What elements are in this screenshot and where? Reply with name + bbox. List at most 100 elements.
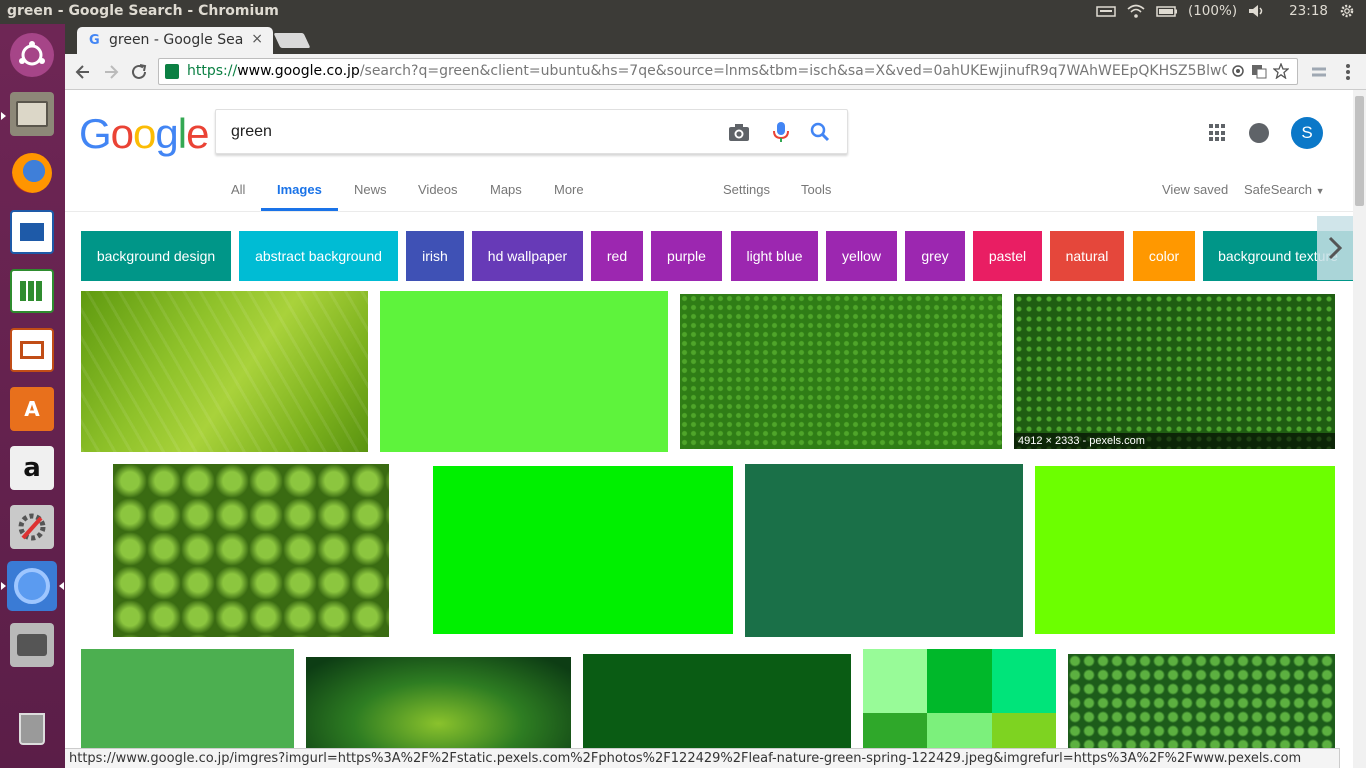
image-caption: 4912 × 2333 - pexels.com xyxy=(1014,433,1335,449)
running-indicator xyxy=(1,582,6,590)
safesearch-dropdown[interactable]: SafeSearch ▼ xyxy=(1244,182,1324,197)
google-images-page: Google S All Images News Videos Maps Mor… xyxy=(65,90,1353,768)
secure-lock-icon[interactable] xyxy=(165,64,179,79)
extension-icon[interactable] xyxy=(1308,61,1330,83)
page-scrollbar[interactable] xyxy=(1353,90,1366,768)
image-result[interactable] xyxy=(433,466,733,634)
software-center-icon[interactable]: A xyxy=(7,384,57,434)
forward-icon[interactable] xyxy=(100,61,122,83)
search-input[interactable] xyxy=(231,121,711,143)
running-indicator xyxy=(1,112,6,120)
files-icon[interactable] xyxy=(7,89,57,139)
keyboard-icon[interactable] xyxy=(1096,3,1116,19)
system-settings-icon[interactable] xyxy=(7,502,57,552)
chromium-icon[interactable] xyxy=(7,561,57,611)
search-type-tabs: All Images News Videos Maps More Setting… xyxy=(65,170,1353,212)
location-icon[interactable] xyxy=(1231,63,1245,83)
chip-irish[interactable]: irish xyxy=(406,231,464,281)
tab-images[interactable]: Images xyxy=(277,182,322,197)
view-saved-link[interactable]: View saved xyxy=(1162,182,1228,197)
ubuntu-top-panel: green - Google Search - Chromium (100%) … xyxy=(0,0,1366,24)
bookmark-star-icon[interactable] xyxy=(1272,62,1290,83)
chip-pastel[interactable]: pastel xyxy=(973,231,1042,281)
firefox-icon[interactable] xyxy=(7,148,57,198)
close-tab-icon[interactable]: × xyxy=(251,31,263,47)
chip-natural[interactable]: natural xyxy=(1050,231,1124,281)
logo-letter: l xyxy=(177,110,187,157)
tab-settings[interactable]: Settings xyxy=(723,182,770,197)
google-apps-icon[interactable] xyxy=(1209,124,1227,142)
image-result[interactable] xyxy=(680,294,1002,449)
search-box xyxy=(215,109,848,154)
url-text[interactable]: https://www.google.co.jp/search?q=green&… xyxy=(187,63,1227,79)
writer-icon[interactable] xyxy=(7,207,57,257)
url-scheme: https:// xyxy=(187,63,238,79)
image-result[interactable] xyxy=(1035,466,1335,634)
menu-icon[interactable] xyxy=(1337,61,1359,83)
new-tab-button[interactable] xyxy=(273,33,311,48)
clock[interactable]: 23:18 xyxy=(1289,3,1328,19)
camera-search-icon[interactable] xyxy=(727,121,751,143)
chip-purple[interactable]: purple xyxy=(651,231,722,281)
active-tab-underline xyxy=(261,208,338,211)
safesearch-label: SafeSearch xyxy=(1244,182,1312,197)
trash-icon[interactable] xyxy=(7,704,57,754)
chip-grey[interactable]: grey xyxy=(905,231,965,281)
google-favicon-icon: G xyxy=(89,33,100,48)
avatar[interactable]: S xyxy=(1291,117,1323,149)
image-result[interactable] xyxy=(380,291,668,452)
back-icon[interactable] xyxy=(72,61,94,83)
impress-icon[interactable] xyxy=(7,325,57,375)
amazon-icon[interactable]: a xyxy=(7,443,57,493)
window-title: green - Google Search - Chromium xyxy=(7,3,279,19)
scrollbar-thumb[interactable] xyxy=(1355,96,1364,206)
chip-hd-wallpaper[interactable]: hd wallpaper xyxy=(472,231,583,281)
system-tray: (100%) 23:18 xyxy=(1096,3,1358,19)
ubuntu-dash-icon[interactable] xyxy=(7,30,57,80)
tab-news[interactable]: News xyxy=(354,182,387,197)
tab-maps[interactable]: Maps xyxy=(490,182,522,197)
wifi-icon[interactable] xyxy=(1126,3,1146,19)
status-bubble: https://www.google.co.jp/imgres?imgurl=h… xyxy=(65,748,1340,768)
unity-launcher: A a xyxy=(0,24,65,768)
notifications-icon[interactable] xyxy=(1249,123,1269,143)
calc-icon[interactable] xyxy=(7,266,57,316)
google-logo[interactable]: Google xyxy=(79,110,209,158)
search-icon[interactable] xyxy=(808,121,832,143)
tab-more[interactable]: More xyxy=(554,182,584,197)
url-host: www.google.co.jp xyxy=(237,63,360,79)
tab-title: green - Google Search xyxy=(109,32,244,48)
chip-abstract-background[interactable]: abstract background xyxy=(239,231,398,281)
tab-tools[interactable]: Tools xyxy=(801,182,831,197)
image-result[interactable] xyxy=(745,464,1023,637)
caret-down-icon: ▼ xyxy=(1315,186,1325,196)
logo-letter: G xyxy=(79,110,112,157)
image-result[interactable] xyxy=(81,291,368,452)
translate-icon[interactable] xyxy=(1251,63,1267,83)
microphone-icon[interactable] xyxy=(769,121,793,143)
address-bar[interactable]: https://www.google.co.jp/search?q=green&… xyxy=(158,58,1298,85)
account-area: S xyxy=(1209,117,1323,149)
chip-red[interactable]: red xyxy=(591,231,643,281)
tab-all[interactable]: All xyxy=(231,182,245,197)
chip-yellow[interactable]: yellow xyxy=(826,231,897,281)
chip-color[interactable]: color xyxy=(1133,231,1195,281)
volume-icon[interactable] xyxy=(1247,3,1267,19)
related-searches-chips: background design abstract background iris… xyxy=(81,231,1353,281)
disk-icon[interactable] xyxy=(7,620,57,670)
tab-videos[interactable]: Videos xyxy=(418,182,458,197)
battery-percent: (100%) xyxy=(1187,3,1238,19)
browser-toolbar: https://www.google.co.jp/search?q=green&… xyxy=(65,54,1366,90)
chip-background-design[interactable]: background design xyxy=(81,231,231,281)
tab-google-search[interactable]: G green - Google Search × xyxy=(77,27,273,54)
chip-light-blue[interactable]: light blue xyxy=(731,231,818,281)
logo-letter: e xyxy=(186,110,209,157)
image-result[interactable] xyxy=(113,464,389,637)
chevron-right-icon[interactable] xyxy=(1317,216,1353,280)
gear-icon[interactable] xyxy=(1338,3,1358,19)
image-result-hovered[interactable]: 4912 × 2333 - pexels.com xyxy=(1014,294,1335,449)
reload-icon[interactable] xyxy=(128,61,150,83)
url-path: /search?q=green&client=ubuntu&hs=7qe&sou… xyxy=(359,63,1227,79)
tab-strip: G green - Google Search × xyxy=(65,24,1366,54)
battery-icon[interactable] xyxy=(1156,3,1178,19)
